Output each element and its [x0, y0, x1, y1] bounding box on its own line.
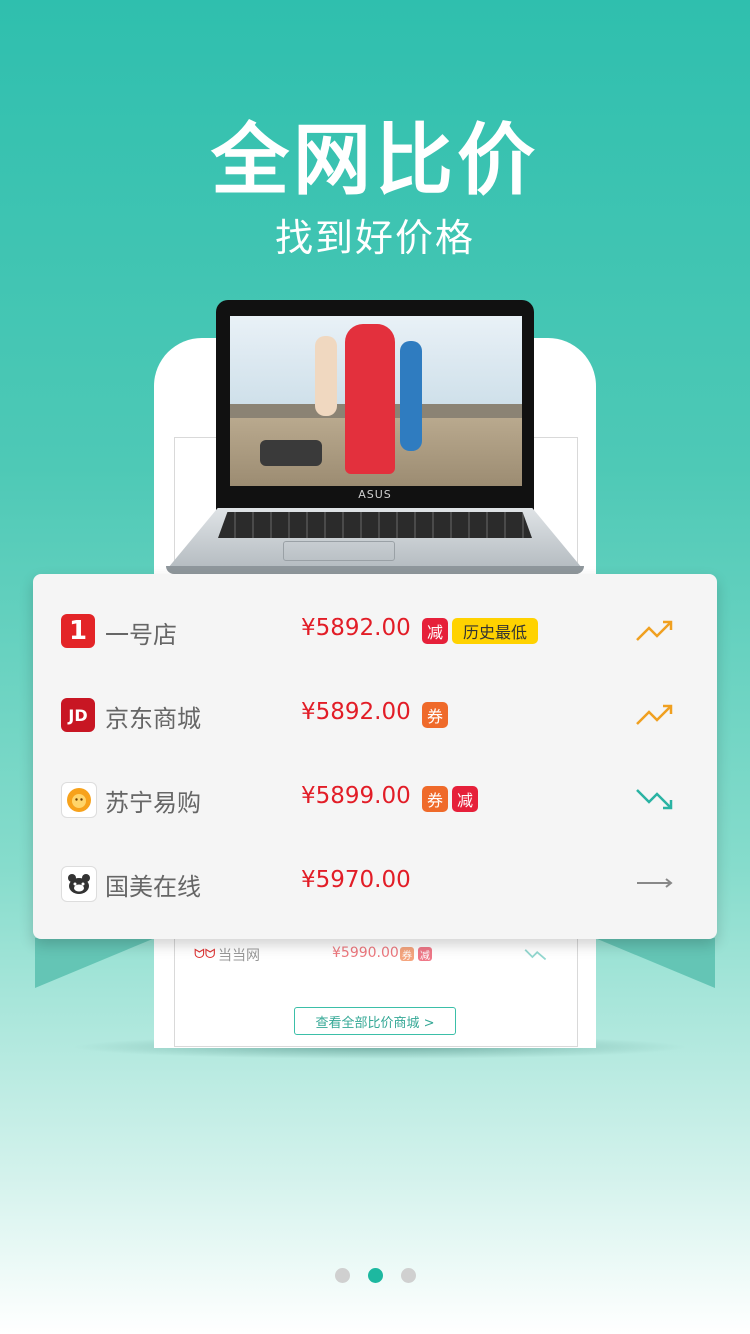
coupon-badge: 券 — [422, 786, 448, 812]
trend-down-icon — [636, 789, 673, 810]
store-name: 京东商城 — [105, 705, 201, 733]
store-price: ¥5990.00 — [332, 945, 399, 961]
page-title: 全网比价 — [210, 116, 539, 206]
discount-badge: 减 — [418, 947, 432, 962]
laptop-brand: ASUS — [358, 488, 392, 501]
laptop-touchpad — [283, 541, 395, 561]
product-photo — [230, 316, 522, 486]
page-dot[interactable] — [400, 1268, 416, 1283]
coupon-badge: 券 — [400, 947, 414, 962]
list-item-dangdang[interactable]: ᗢᗢ 当当网 ¥5990.00 券 减 — [174, 939, 576, 979]
page-indicator — [0, 1268, 750, 1284]
page-dot[interactable] — [334, 1268, 350, 1283]
lowest-price-badge: 历史最低 — [452, 618, 538, 644]
coupon-badge: 券 — [422, 702, 448, 728]
store-price: ¥5892.00 — [301, 699, 411, 725]
store-name: 一号店 — [105, 621, 177, 649]
list-item-jd[interactable]: JD 京东商城 ¥5892.00 券 — [33, 686, 717, 746]
yhd-logo-icon: 1 — [61, 614, 95, 648]
trend-flat-icon — [637, 878, 673, 888]
laptop-keyboard — [218, 512, 532, 538]
store-price: ¥5899.00 — [301, 783, 411, 809]
store-name: 当当网 — [218, 948, 260, 964]
trend-down-icon — [524, 949, 547, 961]
page-subtitle: 找到好价格 — [274, 216, 475, 260]
store-price: ¥5892.00 — [301, 615, 411, 641]
jd-logo-icon: JD — [61, 698, 95, 732]
store-price: ¥5970.00 — [301, 867, 411, 893]
discount-badge: 减 — [452, 786, 478, 812]
laptop-lip — [166, 566, 584, 574]
store-name: 苏宁易购 — [105, 789, 201, 817]
store-name: 国美在线 — [105, 873, 201, 901]
trend-up-icon — [636, 704, 673, 725]
page-dot-active[interactable] — [367, 1268, 383, 1283]
suning-lion-logo-icon — [61, 782, 97, 818]
price-compare-card: 1 一号店 ¥5892.00 减 历史最低 JD 京东商城 ¥5892.00 券… — [33, 574, 717, 939]
trend-up-icon — [636, 620, 673, 641]
discount-badge: 减 — [422, 618, 448, 644]
card-wing-left — [35, 938, 155, 988]
dangdang-logo-icon: ᗢᗢ — [194, 947, 216, 962]
list-item-yhd[interactable]: 1 一号店 ¥5892.00 减 历史最低 — [33, 602, 717, 662]
view-all-stores-button[interactable]: 查看全部比价商城 > — [294, 1007, 456, 1035]
card-wing-right — [595, 938, 715, 988]
list-item-suning[interactable]: 苏宁易购 ¥5899.00 券 减 — [33, 770, 717, 830]
list-item-gome[interactable]: 国美在线 ¥5970.00 — [33, 854, 717, 914]
gome-bear-logo-icon — [61, 866, 97, 902]
